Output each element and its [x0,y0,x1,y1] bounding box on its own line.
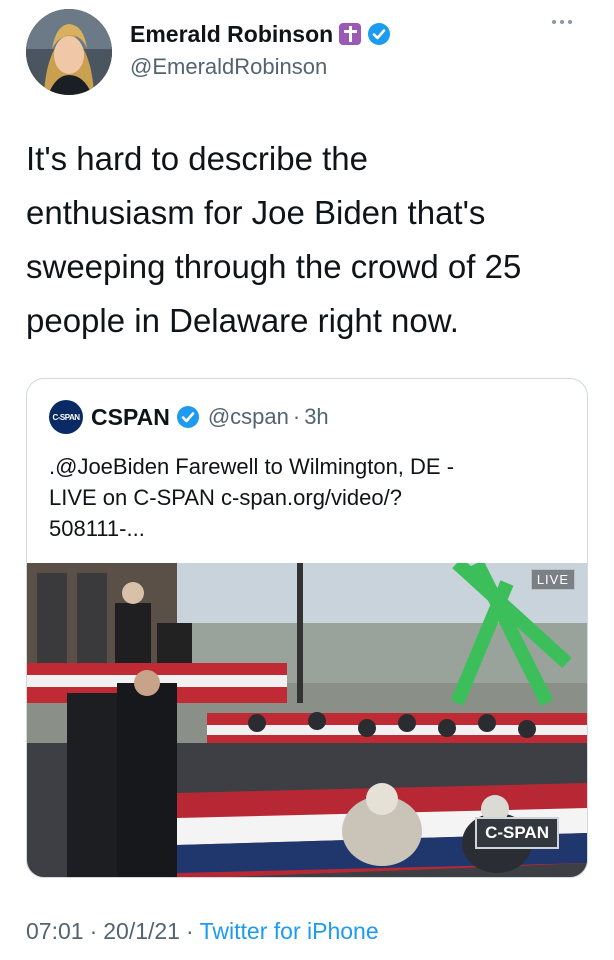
tweet-metadata: 07:01 · 20/1/21 · Twitter for iPhone [26,918,379,945]
verified-badge-icon [176,406,199,428]
more-options-icon[interactable] [552,20,572,24]
quoted-tweet-header: C-SPAN CSPAN @cspan · 3h [49,400,329,434]
avatar-photo [26,9,112,95]
quoted-handle[interactable]: @cspan [208,404,289,430]
live-badge: LIVE [530,569,575,590]
dot [560,20,564,24]
dot [568,20,572,24]
quoted-tweet-card[interactable]: C-SPAN CSPAN @cspan · 3h .@JoeBiden Fare… [26,378,588,878]
quoted-video-thumbnail[interactable]: LIVE C-SPAN [27,563,587,877]
quoted-tweet-text: .@JoeBiden Farewell to Wilmington, DE - … [49,454,455,541]
tweet-time[interactable]: 07:01 [26,918,84,945]
cspan-avatar[interactable]: C-SPAN [49,400,83,434]
dot [552,20,556,24]
separator-dot: · [89,918,98,944]
quoted-display-name[interactable]: CSPAN [91,404,170,431]
author-display-name[interactable]: Emerald Robinson [130,21,333,48]
tweet-text: It's hard to describe the enthusiasm for… [26,140,522,339]
quoted-time[interactable]: 3h [304,404,328,430]
author-avatar[interactable] [26,9,112,95]
tweet-source-link[interactable]: Twitter for iPhone [200,918,379,945]
cross-emoji-icon [339,23,362,45]
separator-dot: · [185,918,194,944]
author-name-row: Emerald Robinson [130,18,391,50]
author-handle[interactable]: @EmeraldRobinson [130,54,327,80]
cspan-watermark: C-SPAN [475,817,559,849]
verified-badge-icon [368,23,391,45]
tweet-date[interactable]: 20/1/21 [103,918,180,945]
separator-dot: · [292,404,301,429]
